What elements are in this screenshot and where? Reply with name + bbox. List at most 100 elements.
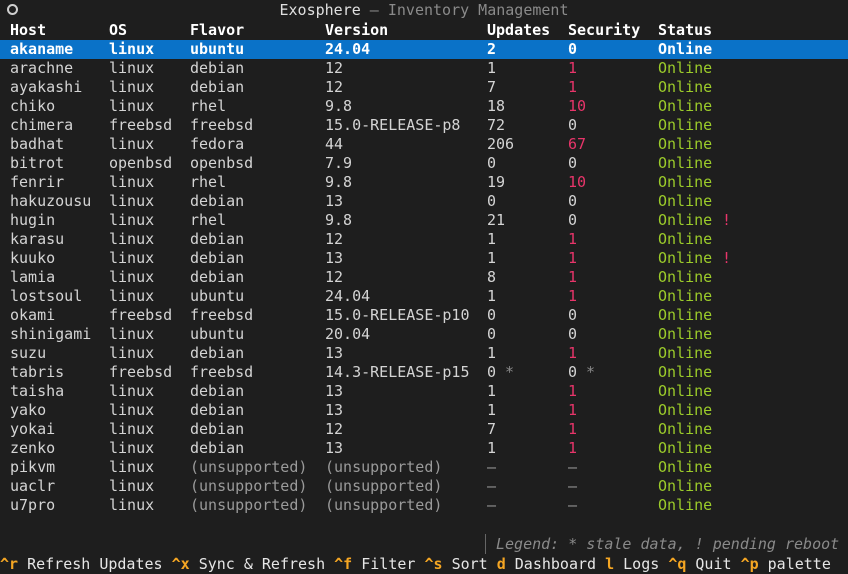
version-cell: 9.8	[325, 211, 353, 229]
security-cell: 1	[568, 268, 578, 286]
updates-cell: 1	[487, 230, 497, 248]
flavor-cell: debian	[190, 249, 245, 267]
os-cell: linux	[109, 192, 155, 210]
header-version[interactable]: Version	[325, 21, 388, 40]
updates-cell: 0	[487, 306, 497, 324]
table-row[interactable]: ayakashi linux debian 12 7 1 Online	[0, 78, 848, 97]
table-row[interactable]: chiko linux rhel 9.8 18 10 Online	[0, 97, 848, 116]
flavor-cell: debian	[190, 382, 245, 400]
table-row[interactable]: pikvm linux (unsupported) (unsupported) – – On…	[0, 458, 848, 477]
flavor-cell: debian	[190, 78, 245, 96]
updates-cell: 0	[487, 154, 497, 172]
os-cell: linux	[109, 173, 155, 191]
pending-reboot-marker: !	[722, 249, 732, 267]
table-row[interactable]: yokai linux debian 12 7 1 Online	[0, 420, 848, 439]
pending-reboot-marker: !	[722, 211, 732, 229]
version-cell: 44	[325, 135, 344, 153]
os-cell: linux	[109, 97, 155, 115]
os-cell: linux	[109, 59, 155, 77]
flavor-cell: freebsd	[190, 306, 254, 324]
os-cell: linux	[109, 496, 155, 514]
header-flavor[interactable]: Flavor	[190, 21, 244, 40]
table-row[interactable]: uaclr linux (unsupported) (unsupported) – – On…	[0, 477, 848, 496]
status-cell: Online	[658, 420, 713, 438]
stale-security-marker: *	[586, 363, 596, 381]
flavor-cell: debian	[190, 420, 245, 438]
status-cell: Online	[658, 40, 713, 58]
version-cell: 14.3-RELEASE-p15	[325, 363, 470, 381]
table-row[interactable]: yako linux debian 13 1 1 Online	[0, 401, 848, 420]
os-cell: linux	[109, 344, 155, 362]
keybinding-item[interactable]: l Logs	[605, 555, 659, 573]
table-row[interactable]: shinigami linux ubuntu 20.04 0 0 Online	[0, 325, 848, 344]
keybinding-item[interactable]: ^r Refresh Updates	[0, 555, 163, 573]
flavor-cell: freebsd	[190, 116, 254, 134]
host-cell: karasu	[10, 230, 65, 248]
table-row[interactable]: badhat linux fedora 44 206 67 Online	[0, 135, 848, 154]
keybinding-label: Logs	[623, 555, 660, 573]
keybinding-item[interactable]: ^f Filter	[334, 555, 415, 573]
host-cell: badhat	[10, 135, 65, 153]
status-cell: Online	[658, 363, 713, 381]
os-cell: linux	[109, 135, 155, 153]
table-row[interactable]: okami freebsd freebsd 15.0-RELEASE-p10 0 0 Onl…	[0, 306, 848, 325]
table-row[interactable]: u7pro linux (unsupported) (unsupported) – – On…	[0, 496, 848, 515]
status-cell: Online	[658, 401, 713, 419]
header-status[interactable]: Status	[658, 21, 712, 40]
version-cell: 13	[325, 344, 344, 362]
host-cell: lamia	[10, 268, 56, 286]
os-cell: linux	[109, 458, 155, 476]
keybinding-item[interactable]: ^s Sort	[424, 555, 487, 573]
keybinding-item[interactable]: ^x Sync & Refresh	[172, 555, 326, 573]
table-row[interactable]: kuuko linux debian 13 1 1 Online!	[0, 249, 848, 268]
window-circle-icon[interactable]	[7, 4, 18, 15]
updates-cell: 21	[487, 211, 506, 229]
table-row[interactable]: lostsoul linux ubuntu 24.04 1 1 Online	[0, 287, 848, 306]
updates-cell: 1	[487, 344, 497, 362]
host-cell: arachne	[10, 59, 74, 77]
security-cell: 10	[568, 97, 587, 115]
status-cell: Online	[658, 382, 713, 400]
table-row[interactable]: arachne linux debian 12 1 1 Online	[0, 59, 848, 78]
security-cell: –	[568, 458, 578, 476]
table-row[interactable]: akaname linux ubuntu 24.04 2 0 Online	[0, 40, 848, 59]
host-cell: lostsoul	[10, 287, 83, 305]
header-os[interactable]: OS	[109, 21, 127, 40]
security-cell: 1	[568, 287, 578, 305]
os-cell: linux	[109, 287, 155, 305]
keybinding-item[interactable]: d Dashboard	[497, 555, 596, 573]
table-row[interactable]: lamia linux debian 12 8 1 Online	[0, 268, 848, 287]
host-cell: okami	[10, 306, 56, 324]
version-cell: 13	[325, 382, 344, 400]
flavor-cell: fedora	[190, 135, 245, 153]
security-cell: 0	[568, 40, 578, 58]
status-cell: Online	[658, 306, 713, 324]
updates-cell: 1	[487, 401, 497, 419]
table-row[interactable]: suzu linux debian 13 1 1 Online	[0, 344, 848, 363]
flavor-cell: openbsd	[190, 154, 254, 172]
keybinding-key: ^s	[424, 555, 443, 573]
host-cell: kuuko	[10, 249, 56, 267]
status-cell: Online	[658, 325, 713, 343]
updates-cell: 72	[487, 116, 506, 134]
header-security[interactable]: Security	[568, 21, 640, 40]
table-row[interactable]: fenrir linux rhel 9.8 19 10 Online	[0, 173, 848, 192]
os-cell: linux	[109, 420, 155, 438]
table-row[interactable]: zenko linux debian 13 1 1 Online	[0, 439, 848, 458]
header-updates[interactable]: Updates	[487, 21, 550, 40]
table-row[interactable]: hugin linux rhel 9.8 21 0 Online!	[0, 211, 848, 230]
table-row[interactable]: karasu linux debian 12 1 1 Online	[0, 230, 848, 249]
keybinding-key: ^f	[334, 555, 353, 573]
security-cell: 0	[568, 325, 578, 343]
table-row[interactable]: hakuzousu linux debian 13 0 0 Online	[0, 192, 848, 211]
keybinding-item[interactable]: ^p palette	[741, 555, 831, 573]
table-row[interactable]: bitrot openbsd openbsd 7.9 0 0 Online	[0, 154, 848, 173]
security-cell: 1	[568, 344, 578, 362]
table-row[interactable]: taisha linux debian 13 1 1 Online	[0, 382, 848, 401]
keybinding-item[interactable]: ^q Quit	[668, 555, 731, 573]
header-host[interactable]: Host	[10, 21, 46, 40]
table-row[interactable]: tabris freebsd freebsd 14.3-RELEASE-p15 0 0 On…	[0, 363, 848, 382]
table-row[interactable]: chimera freebsd freebsd 15.0-RELEASE-p8 72 0 O…	[0, 116, 848, 135]
updates-cell: 18	[487, 97, 506, 115]
version-cell: 9.8	[325, 97, 353, 115]
